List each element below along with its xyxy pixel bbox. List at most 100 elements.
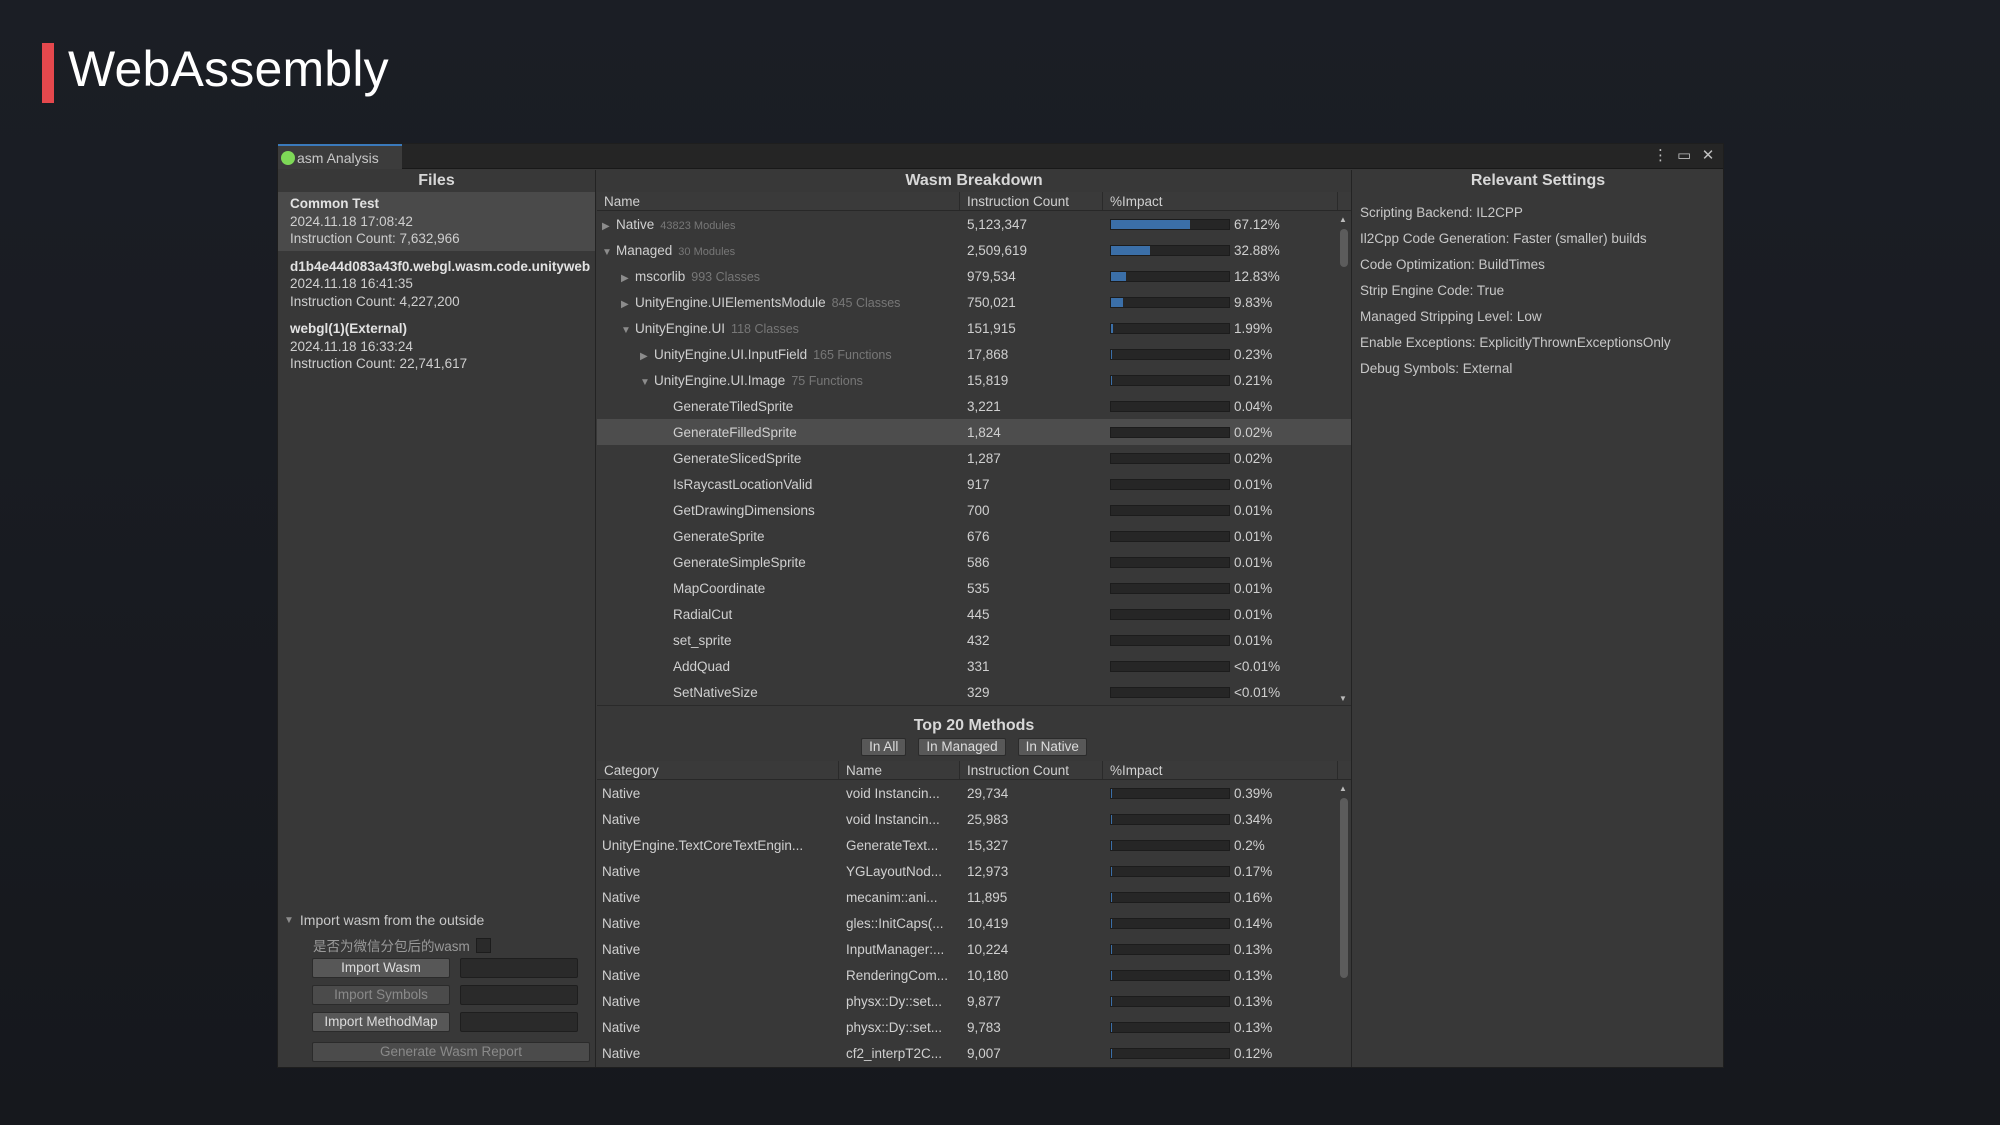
table-row[interactable]: Native YGLayoutNod... 12,973 0.17%	[597, 858, 1351, 884]
table-row[interactable]: UnityEngine.TextCoreTextEngin... Generate…	[597, 832, 1351, 858]
row-instruction-count: 15,819	[967, 372, 1009, 388]
row-method-name: cf2_interpT2C...	[846, 1045, 943, 1061]
import-symbols-field[interactable]	[460, 985, 578, 1005]
file-item[interactable]: Common Test 2024.11.18 17:08:42 Instructio…	[278, 192, 595, 251]
table-row[interactable]: ▶ UnityEngine.UI.InputField 165 Functions 1…	[597, 341, 1351, 367]
table-row[interactable]: Native InputManager:... 10,224 0.13%	[597, 936, 1351, 962]
row-instruction-count: 979,534	[967, 268, 1016, 284]
row-name-cell: MapCoordinate	[597, 581, 960, 596]
row-instruction-count: 29,734	[967, 785, 1009, 801]
import-foldout[interactable]: ▼ Import wasm from the outside	[284, 912, 484, 928]
table-row[interactable]: ▶ Native 43823 Modules 5,123,347 67.12%	[597, 211, 1351, 237]
column-method-name[interactable]: Name	[839, 761, 960, 779]
table-row[interactable]: Native mecanim::ani... 11,895 0.16%	[597, 884, 1351, 910]
expanded-arrow-icon[interactable]: ▼	[602, 247, 616, 258]
settings-header: Relevant Settings	[1470, 172, 1606, 189]
close-icon[interactable]: ✕	[1701, 146, 1715, 164]
import-foldout-label: Import wasm from the outside	[299, 912, 485, 928]
collapsed-arrow-icon[interactable]: ▶	[621, 273, 635, 284]
import-wasm-button[interactable]: Import Wasm	[312, 958, 450, 978]
table-row[interactable]: set_sprite 432 0.01%	[597, 627, 1351, 653]
file-item[interactable]: d1b4e44d083a43f0.webgl.wasm.code.unitywe…	[278, 255, 595, 314]
table-row[interactable]: ▼ UnityEngine.UI.Image 75 Functions 15,819 0…	[597, 367, 1351, 393]
tab-in-all[interactable]: In All	[861, 738, 907, 756]
table-row[interactable]: Native void Instancin... 25,983 0.34%	[597, 806, 1351, 832]
tab-in-native[interactable]: In Native	[1017, 738, 1087, 756]
table-row[interactable]: MapCoordinate 535 0.01%	[597, 575, 1351, 601]
column-top-impact[interactable]: %Impact	[1103, 761, 1338, 779]
row-note: 165 Functions	[813, 347, 892, 362]
import-methodmap-button[interactable]: Import MethodMap	[312, 1012, 450, 1032]
table-row[interactable]: GenerateSimpleSprite 586 0.01%	[597, 549, 1351, 575]
settings-pane: Relevant Settings Scripting Backend: IL2…	[1353, 170, 1723, 1067]
column-instruction-count[interactable]: Instruction Count	[960, 192, 1103, 210]
table-row[interactable]: ▼ Managed 30 Modules 2,509,619 32.88%	[597, 237, 1351, 263]
table-row[interactable]: Native gles::InitCaps(... 10,419 0.14%	[597, 910, 1351, 936]
row-impact-cell: <0.01%	[1103, 684, 1338, 700]
expanded-arrow-icon[interactable]: ▼	[621, 325, 635, 336]
table-row[interactable]: GenerateSlicedSprite 1,287 0.02%	[597, 445, 1351, 471]
maximize-icon[interactable]: ▭	[1677, 146, 1691, 164]
column-impact[interactable]: %Impact	[1103, 192, 1338, 210]
table-row[interactable]: AddQuad 331 <0.01%	[597, 653, 1351, 679]
wechat-wasm-checkbox[interactable]	[475, 937, 491, 953]
table-row[interactable]: Native cf2_interpT2C... 9,007 0.12%	[597, 1040, 1351, 1066]
window-controls: ⋮ ▭ ✕	[1653, 146, 1715, 164]
table-row[interactable]: GenerateTiledSprite 3,221 0.04%	[597, 393, 1351, 419]
table-row[interactable]: ▼ UnityEngine.UI 118 Classes 151,915 1.99%	[597, 315, 1351, 341]
row-name-cell: set_sprite	[597, 633, 960, 648]
row-instruction-count: 586	[967, 554, 990, 570]
impact-bar	[1110, 582, 1230, 594]
column-name[interactable]: Name	[597, 192, 960, 210]
top20-rows: Native void Instancin... 29,734 0.39% Native…	[597, 780, 1351, 1066]
top20-scroll-thumb[interactable]	[1340, 798, 1348, 978]
table-row[interactable]: Native physx::Dy::set... 9,877 0.13%	[597, 988, 1351, 1014]
row-impact-cell: 0.13%	[1103, 967, 1338, 983]
row-instruction-count: 17,868	[967, 346, 1009, 362]
column-top-instruction-count[interactable]: Instruction Count	[960, 761, 1103, 779]
impact-percent: 0.17%	[1234, 863, 1273, 879]
row-instruction-count: 15,327	[967, 837, 1009, 853]
table-row[interactable]: RadialCut 445 0.01%	[597, 601, 1351, 627]
table-row[interactable]: Native RenderingCom... 10,180 0.13%	[597, 962, 1351, 988]
row-name-cell: GenerateFilledSprite	[597, 425, 960, 440]
scroll-down-icon[interactable]: ▼	[1339, 694, 1347, 703]
collapsed-arrow-icon[interactable]: ▶	[640, 351, 654, 362]
row-instruction-count: 535	[967, 580, 990, 596]
impact-percent: 0.39%	[1234, 785, 1273, 801]
import-wasm-field[interactable]	[460, 958, 578, 978]
table-row[interactable]: ▶ UnityEngine.UIElementsModule 845 Classes…	[597, 289, 1351, 315]
collapsed-arrow-icon[interactable]: ▶	[602, 221, 616, 232]
row-note: 993 Classes	[691, 269, 761, 284]
table-row[interactable]: GenerateFilledSprite 1,824 0.02%	[597, 419, 1351, 445]
table-row[interactable]: GenerateSprite 676 0.01%	[597, 523, 1351, 549]
column-category[interactable]: Category	[597, 761, 839, 779]
impact-percent: 0.01%	[1234, 632, 1273, 648]
tab-in-managed[interactable]: In Managed	[918, 738, 1006, 756]
collapsed-arrow-icon[interactable]: ▶	[621, 299, 635, 310]
impact-percent: 32.88%	[1234, 242, 1280, 258]
table-row[interactable]: Native physx::Dy::set... 9,783 0.13%	[597, 1014, 1351, 1040]
window-tab[interactable]: asm Analysis	[278, 144, 402, 169]
table-row[interactable]: GetDrawingDimensions 700 0.01%	[597, 497, 1351, 523]
generate-wasm-report-button[interactable]: Generate Wasm Report	[312, 1042, 590, 1062]
expanded-arrow-icon[interactable]: ▼	[640, 377, 654, 388]
table-row[interactable]: Native void Instancin... 29,734 0.39%	[597, 780, 1351, 806]
import-methodmap-field[interactable]	[460, 1012, 578, 1032]
import-symbols-button[interactable]: Import Symbols	[312, 985, 450, 1005]
top20-scrollbar[interactable]: ▲	[1339, 780, 1348, 1067]
table-row[interactable]: SetNativeSize 329 <0.01%	[597, 679, 1351, 705]
row-note: 30 Modules	[678, 245, 736, 258]
row-name-cell: ▶ Native 43823 Modules	[597, 217, 960, 232]
menu-icon[interactable]: ⋮	[1653, 146, 1668, 164]
scroll-up-icon[interactable]: ▲	[1339, 215, 1347, 224]
file-item[interactable]: webgl(1)(External) 2024.11.18 16:33:24 Ins…	[278, 317, 595, 376]
row-impact-cell: 0.2%	[1103, 837, 1338, 853]
row-note: 845 Classes	[831, 295, 901, 310]
table-row[interactable]: IsRaycastLocationValid 917 0.01%	[597, 471, 1351, 497]
window-tab-label: asm Analysis	[297, 149, 379, 166]
breakdown-scroll-thumb[interactable]	[1340, 229, 1348, 267]
top20-scroll-up-icon[interactable]: ▲	[1339, 784, 1347, 793]
breakdown-scrollbar[interactable]: ▲ ▼	[1339, 211, 1348, 705]
table-row[interactable]: ▶ mscorlib 993 Classes 979,534 12.83%	[597, 263, 1351, 289]
